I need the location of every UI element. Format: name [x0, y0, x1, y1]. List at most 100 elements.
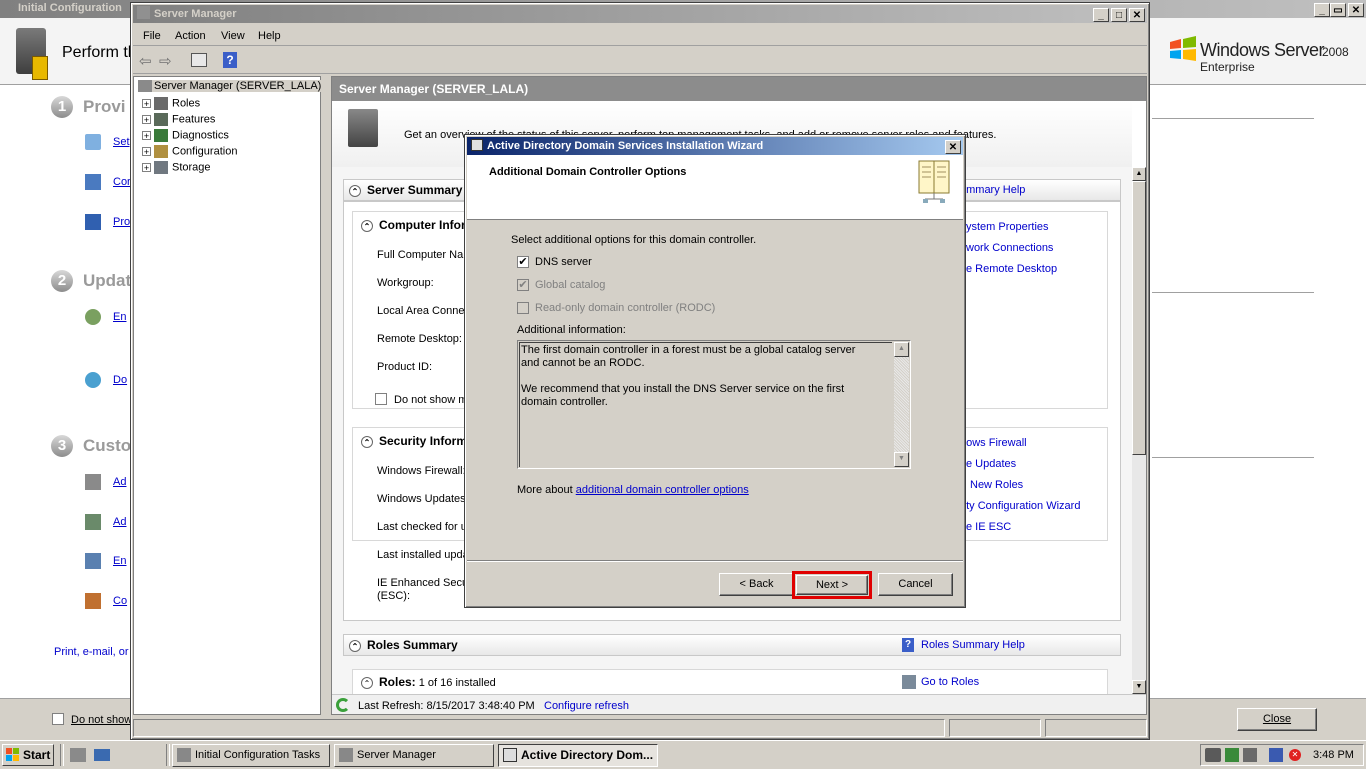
- content-header: Server Manager (SERVER_LALA): [332, 77, 1146, 101]
- link-windows-firewall[interactable]: dows Firewall: [960, 437, 1027, 449]
- info-scrollbar[interactable]: ▲ ▼: [894, 342, 909, 467]
- menu-help[interactable]: Help: [258, 30, 281, 42]
- ict-close-button[interactable]: ✕: [1348, 3, 1364, 17]
- volume-icon[interactable]: [1243, 748, 1257, 762]
- clock[interactable]: 3:48 PM: [1313, 749, 1354, 761]
- taskbar-item-ad-wizard[interactable]: Active Directory Dom...: [498, 744, 658, 767]
- menu-file[interactable]: File: [143, 30, 161, 42]
- task-add-features[interactable]: Ad: [85, 514, 126, 530]
- features-icon: [154, 113, 168, 126]
- tree-item-storage[interactable]: + Storage: [142, 161, 211, 174]
- more-about-link[interactable]: additional domain controller options: [576, 484, 749, 496]
- go-to-roles-link[interactable]: Go to Roles: [921, 676, 979, 688]
- link-ie-esc[interactable]: e IE ESC: [966, 521, 1011, 533]
- server-summary-help-link[interactable]: ummary Help: [960, 184, 1025, 196]
- start-button[interactable]: Start: [2, 744, 54, 766]
- scroll-down-button[interactable]: ▼: [1132, 680, 1146, 694]
- help-icon[interactable]: ?: [223, 52, 237, 68]
- additional-info-label: Additional information:: [517, 324, 626, 336]
- back-arrow-icon[interactable]: ⇦: [139, 52, 152, 70]
- link-security-config-wizard[interactable]: rity Configuration Wizard: [960, 500, 1080, 512]
- task-add-roles[interactable]: Ad: [85, 474, 126, 490]
- show-hide-tree-icon[interactable]: [191, 53, 207, 67]
- task-download-updates[interactable]: Do: [85, 372, 127, 388]
- link-windows-updates[interactable]: e Updates: [966, 458, 1016, 470]
- content-scrollbar[interactable]: ▲ ▼: [1132, 167, 1146, 694]
- tree-root[interactable]: Server Manager (SERVER_LALA): [138, 80, 325, 93]
- menu-action[interactable]: Action: [175, 30, 206, 42]
- wizard-title: Active Directory Domain Services Install…: [487, 140, 764, 152]
- network-error-icon[interactable]: ✕: [1289, 749, 1301, 761]
- print-link[interactable]: Print, e-mail, or s: [54, 646, 137, 658]
- section-3-number: 3: [51, 435, 73, 457]
- ict-close-button-bottom[interactable]: Close: [1237, 708, 1317, 731]
- diagnostics-icon: [154, 129, 168, 142]
- collapse-icon[interactable]: ⌃: [349, 639, 361, 652]
- link-remote-desktop[interactable]: e Remote Desktop: [966, 263, 1057, 275]
- ict-do-not-show-checkbox[interactable]: [52, 713, 64, 725]
- field-full-computer-name: Full Computer Nam: [377, 249, 473, 261]
- dns-server-checkbox[interactable]: ✔: [517, 256, 529, 268]
- configure-refresh-link[interactable]: Configure refresh: [544, 700, 629, 712]
- task-computer-name[interactable]: Pro: [85, 214, 130, 230]
- back-button[interactable]: < Back: [719, 573, 794, 596]
- collapse-icon[interactable]: ⌃: [349, 184, 361, 197]
- collapse-icon[interactable]: ⌃: [361, 435, 373, 448]
- sm-maximize-button[interactable]: □: [1111, 8, 1127, 22]
- field-last-installed: Last installed upda: [377, 549, 469, 561]
- network-icon[interactable]: [1225, 748, 1239, 762]
- ict-restore-button[interactable]: ▭: [1330, 3, 1346, 17]
- field-product-id: Product ID:: [377, 361, 433, 373]
- link-system-properties[interactable]: ystem Properties: [966, 221, 1049, 233]
- wizard-titlebar[interactable]: Active Directory Domain Services Install…: [467, 137, 963, 155]
- link-network-connections[interactable]: work Connections: [966, 242, 1053, 254]
- sm-close-button[interactable]: ✕: [1129, 8, 1145, 22]
- tree-item-diagnostics[interactable]: + Diagnostics: [142, 129, 229, 142]
- wizard-close-button[interactable]: ✕: [945, 140, 961, 154]
- task-configure-firewall[interactable]: Co: [85, 593, 127, 609]
- security-info-title[interactable]: ⌃ Security Inform: [356, 434, 467, 448]
- sm-minimize-button[interactable]: _: [1093, 8, 1109, 22]
- scroll-up-button[interactable]: ▲: [1132, 167, 1146, 181]
- system-tray: ✕ 3:48 PM: [1200, 744, 1364, 766]
- task-enable-remote[interactable]: En: [85, 553, 126, 569]
- info-scroll-down[interactable]: ▼: [894, 452, 909, 467]
- tree-item-roles[interactable]: + Roles: [142, 97, 200, 110]
- wizard-instruction: Select additional options for this domai…: [511, 234, 757, 246]
- cancel-button[interactable]: Cancel: [878, 573, 953, 596]
- task-enable-updates[interactable]: En: [85, 309, 126, 325]
- vm-icon[interactable]: [1205, 748, 1221, 762]
- collapse-icon[interactable]: ⌃: [361, 219, 373, 232]
- roles-summary-help-link[interactable]: Roles Summary Help: [921, 639, 1025, 651]
- ict-minimize-button[interactable]: _: [1314, 3, 1330, 17]
- computer-info-title[interactable]: ⌃ Computer Infor: [356, 218, 466, 232]
- link-new-roles[interactable]: New Roles: [970, 479, 1023, 491]
- computer-tray-icon[interactable]: [1269, 748, 1283, 762]
- roles-title[interactable]: ⌃ Roles: 1 of 16 installed: [356, 675, 496, 690]
- tree-item-configuration[interactable]: + Configuration: [142, 145, 237, 158]
- taskbar-item-server-manager[interactable]: Server Manager: [334, 744, 494, 767]
- additional-info-textbox[interactable]: The first domain controller in a forest …: [517, 340, 911, 469]
- collapse-icon[interactable]: ⌃: [361, 677, 373, 690]
- quicklaunch-server-manager-icon[interactable]: [70, 748, 86, 762]
- info-scroll-up[interactable]: ▲: [894, 342, 909, 357]
- task-time-zone[interactable]: Set: [85, 134, 130, 150]
- menu-view[interactable]: View: [221, 30, 245, 42]
- do-not-show-checkbox[interactable]: [375, 393, 387, 405]
- section-1-number: 1: [51, 96, 73, 118]
- info-line-1: The first domain controller in a forest …: [521, 344, 856, 369]
- globe-icon: [85, 372, 101, 388]
- quicklaunch-desktop-icon[interactable]: [94, 749, 110, 761]
- wizard-header: Additional Domain Controller Options: [467, 155, 963, 220]
- next-button[interactable]: Next >: [796, 575, 868, 595]
- task-icon: [503, 748, 517, 762]
- tree-item-features[interactable]: + Features: [142, 113, 215, 126]
- sm-toolbar: ⇦ ⇨ ?: [133, 49, 1147, 74]
- forward-arrow-icon[interactable]: ⇨: [159, 52, 172, 70]
- sm-titlebar[interactable]: Server Manager _ □ ✕: [133, 5, 1147, 23]
- ict-header-text: Perform th: [62, 44, 137, 61]
- scroll-thumb[interactable]: [1132, 181, 1146, 455]
- more-about-line: More about additional domain controller …: [517, 484, 749, 496]
- taskbar-item-initial-config[interactable]: Initial Configuration Tasks: [172, 744, 330, 767]
- task-configure-network[interactable]: Cor: [85, 174, 131, 190]
